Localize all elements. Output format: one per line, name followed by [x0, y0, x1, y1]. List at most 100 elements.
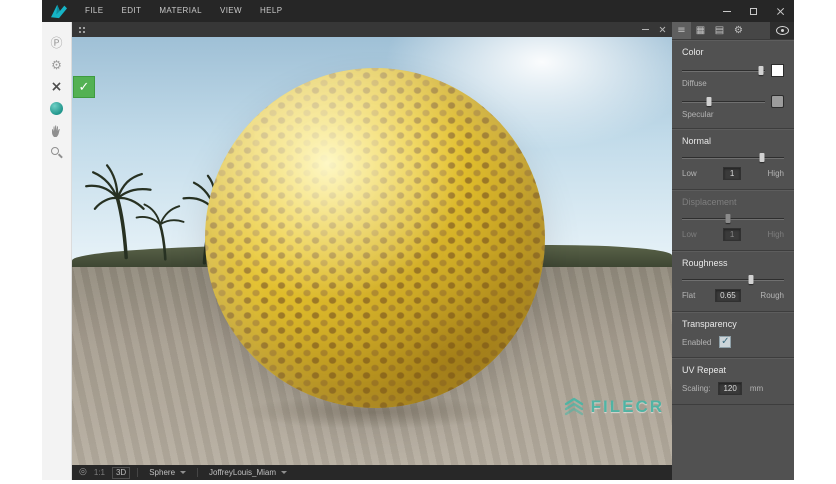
diffuse-color-swatch[interactable]	[771, 64, 784, 77]
viewport-header-controls	[642, 26, 666, 33]
displacement-slider	[682, 214, 784, 223]
transparency-row: Enabled ✓	[682, 336, 784, 348]
gear-icon: ⚙	[734, 25, 743, 36]
zoom-tool-button[interactable]	[43, 142, 71, 163]
slider-track	[682, 157, 784, 158]
check-icon: ✓	[721, 336, 730, 347]
tab-layers[interactable]: ▤	[710, 22, 729, 39]
picker-icon: Ⓟ	[50, 36, 63, 50]
specular-slider[interactable]	[682, 97, 765, 106]
maximize-button[interactable]	[740, 0, 767, 22]
view-mode-toggle[interactable]: 3D	[111, 466, 131, 479]
caret-down-icon	[281, 471, 288, 474]
viewport-header	[72, 22, 672, 37]
viewport-minimize-icon[interactable]	[642, 29, 649, 30]
grid-icon: ▦	[695, 25, 706, 36]
app-logo-icon	[42, 0, 76, 22]
section-normal: Normal Low 1 High	[672, 129, 794, 190]
maximize-icon	[750, 7, 757, 15]
render-target-icon[interactable]: ◎	[79, 468, 87, 477]
transparency-enabled-checkbox[interactable]: ✓	[719, 336, 732, 348]
displacement-range-row: Low 1 High	[682, 228, 784, 241]
hand-icon	[51, 124, 60, 137]
section-title: Transparency	[682, 319, 737, 329]
transparency-enabled-label: Enabled	[682, 337, 712, 347]
menu-material[interactable]: MATERIAL	[150, 0, 211, 22]
x-tool-icon: ×	[50, 78, 63, 95]
picker-tool-button[interactable]: Ⓟ	[43, 32, 71, 53]
close-tool-button[interactable]: ×	[43, 76, 71, 97]
normal-low-label: Low	[682, 169, 697, 178]
menu-help[interactable]: HELP	[251, 0, 292, 22]
pan-tool-button[interactable]	[43, 120, 71, 141]
roughness-range-row: Flat 0.65 Rough	[682, 289, 784, 302]
displacement-high-label: High	[767, 230, 784, 239]
roughness-slider[interactable]	[682, 275, 784, 284]
check-icon: ✓	[78, 79, 90, 95]
window-controls	[713, 0, 794, 22]
properties-panel: ≡ ▦ ▤ ⚙ Color Diffuse Specular Normal Lo…	[672, 22, 794, 480]
menubar: FILE EDIT MATERIAL VIEW HELP	[76, 0, 292, 22]
close-button[interactable]	[767, 0, 794, 22]
uv-scaling-label: Scaling:	[682, 384, 711, 393]
specular-label: Specular	[682, 110, 714, 119]
section-color: Color Diffuse Specular	[672, 40, 794, 129]
watermark-logo-icon	[564, 397, 583, 416]
roughness-slider-handle[interactable]	[748, 275, 754, 284]
specular-color-swatch[interactable]	[771, 95, 784, 108]
normal-high-label: High	[767, 169, 784, 178]
material-preview-sphere[interactable]	[205, 68, 545, 408]
viewport-statusbar: ◎ 1:1 3D Sphere JoffreyLouis_Miam	[72, 465, 672, 480]
statusbar-divider	[197, 468, 199, 477]
section-title: Displacement	[682, 197, 737, 207]
roughness-rough-label: Rough	[760, 291, 784, 300]
specular-slider-row	[682, 95, 784, 108]
gear-icon: ⚙	[51, 57, 62, 72]
material-ball-tool-button[interactable]	[43, 98, 71, 119]
close-icon	[776, 7, 785, 16]
section-roughness: Roughness Flat 0.65 Rough	[672, 251, 794, 312]
confirm-badge-button[interactable]: ✓	[73, 76, 95, 98]
watermark: FILECR	[562, 395, 664, 419]
app-window: FILE EDIT MATERIAL VIEW HELP Ⓟ ⚙ × ✓ FIL…	[42, 0, 794, 480]
viewport-close-icon[interactable]	[659, 26, 666, 33]
diffuse-slider-handle[interactable]	[758, 66, 764, 75]
roughness-value-input[interactable]: 0.65	[715, 289, 741, 302]
displacement-low-label: Low	[682, 230, 697, 239]
menu-file[interactable]: FILE	[76, 0, 113, 22]
roughness-flat-label: Flat	[682, 291, 696, 300]
slider-track	[682, 218, 784, 219]
normal-slider-row	[682, 153, 784, 162]
normal-slider[interactable]	[682, 153, 784, 162]
minimize-button[interactable]	[713, 0, 740, 22]
shape-dropdown[interactable]: Sphere	[145, 467, 190, 479]
displacement-slider-row	[682, 214, 784, 223]
uv-scaling-input[interactable]: 120	[718, 382, 742, 395]
viewport-3d-scene[interactable]: FILECR	[72, 37, 672, 465]
diffuse-slider[interactable]	[682, 66, 765, 75]
normal-range-row: Low 1 High	[682, 167, 784, 180]
specular-slider-handle[interactable]	[706, 97, 712, 106]
section-uv-repeat: UV Repeat Scaling: 120 mm	[672, 358, 794, 405]
tab-list[interactable]: ≡	[672, 22, 691, 39]
material-dropdown[interactable]: JoffreyLouis_Miam	[205, 467, 291, 479]
normal-value-input[interactable]: 1	[723, 167, 742, 180]
displacement-value-input: 1	[723, 228, 742, 241]
section-title: Color	[682, 47, 704, 57]
settings-tool-button[interactable]: ⚙	[43, 54, 71, 75]
tab-settings[interactable]: ⚙	[729, 22, 748, 39]
tab-visibility[interactable]	[770, 22, 794, 39]
shape-dropdown-label: Sphere	[149, 468, 176, 477]
app-logo-svg	[51, 4, 67, 19]
section-title: Roughness	[682, 258, 728, 268]
menu-edit[interactable]: EDIT	[113, 0, 151, 22]
viewport-menu-icon[interactable]	[78, 26, 87, 33]
section-title: UV Repeat	[682, 365, 727, 375]
roughness-slider-row	[682, 275, 784, 284]
titlebar: FILE EDIT MATERIAL VIEW HELP	[42, 0, 794, 22]
statusbar-divider	[137, 468, 139, 477]
menu-view[interactable]: VIEW	[211, 0, 251, 22]
tab-grid[interactable]: ▦	[691, 22, 710, 39]
eye-icon	[775, 26, 789, 35]
normal-slider-handle[interactable]	[759, 153, 765, 162]
